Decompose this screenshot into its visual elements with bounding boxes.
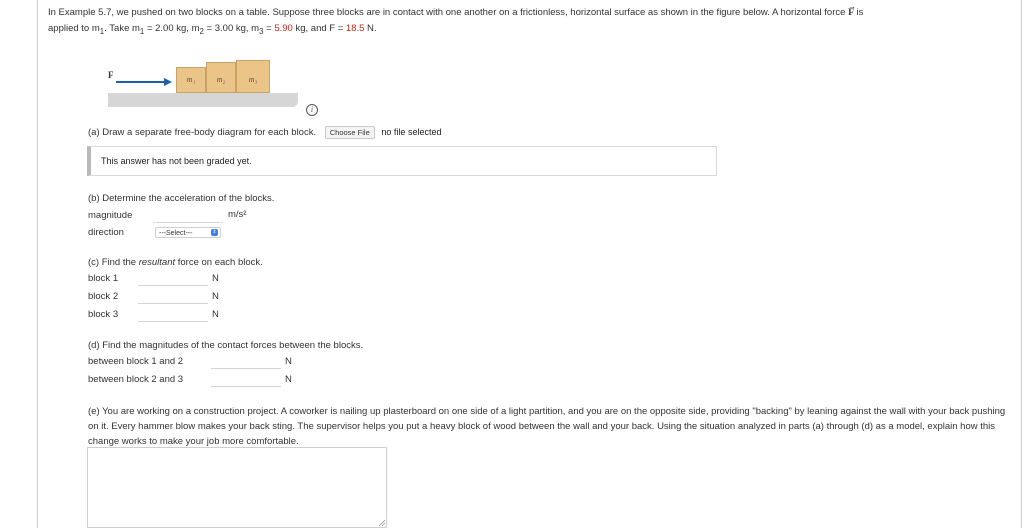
resize-grip-icon[interactable] (378, 519, 386, 527)
part-d-prompt: (d) Find the magnitudes of the contact f… (88, 340, 364, 351)
force-value: 18.5 (345, 23, 365, 34)
select-arrow-icon: ⇕ (211, 229, 218, 236)
contact-23-input[interactable] (211, 374, 281, 387)
part-a: (a) Draw a separate free-body diagram fo… (88, 126, 441, 139)
explanation-textarea[interactable] (87, 447, 387, 528)
right-border (1021, 0, 1022, 528)
blocks-figure: F m₁ m₂ m₃ (108, 60, 308, 114)
part-a-prompt: (a) Draw a separate free-body diagram fo… (88, 127, 317, 138)
problem-text: In Example 5.7, we pushed on two blocks … (48, 7, 846, 18)
graded-message: This answer has not been graded yet. (101, 156, 252, 166)
block1-label: block 1 (88, 273, 119, 284)
contact-12-input[interactable] (211, 356, 281, 369)
block3-force-input[interactable] (138, 309, 208, 322)
file-status: no file selected (381, 127, 442, 137)
part-b-prompt: (b) Determine the acceleration of the bl… (88, 193, 275, 204)
graded-status-box: This answer has not been graded yet. (87, 146, 717, 176)
contact-23-unit: N (285, 374, 292, 385)
block-m2: m₂ (206, 62, 236, 93)
part-c-prompt: (c) Find the resultant force on each blo… (88, 257, 263, 268)
magnitude-unit: m/s² (228, 209, 247, 220)
m3-value: 5.90 (274, 23, 293, 34)
contact-12-unit: N (285, 356, 292, 367)
choose-file-button[interactable]: Choose File (324, 126, 375, 139)
direction-select[interactable]: ---Select--- ⇕ (155, 227, 221, 238)
block1-force-input[interactable] (138, 273, 208, 286)
contact-12-label: between block 1 and 2 (88, 356, 184, 367)
problem-statement: In Example 5.7, we pushed on two blocks … (48, 2, 864, 36)
part-e-prompt: (e) You are working on a construction pr… (88, 406, 1006, 447)
block3-unit: N (212, 309, 219, 320)
block1-unit: N (212, 273, 219, 284)
direction-label: direction (88, 227, 124, 238)
table-surface (108, 93, 298, 107)
force-vector-symbol: → F (848, 2, 857, 18)
block3-label: block 3 (88, 309, 119, 320)
block-m1: m₁ (176, 67, 206, 93)
block-m3: m₃ (236, 60, 270, 93)
block2-label: block 2 (88, 291, 119, 302)
contact-23-label: between block 2 and 3 (88, 374, 184, 385)
magnitude-label: magnitude (88, 210, 133, 221)
acceleration-magnitude-input[interactable] (153, 210, 223, 223)
force-arrow-icon (116, 78, 172, 86)
block2-force-input[interactable] (138, 291, 208, 304)
left-border (37, 0, 38, 528)
info-icon[interactable]: i (306, 104, 318, 116)
force-label: F (108, 70, 114, 80)
block2-unit: N (212, 291, 219, 302)
